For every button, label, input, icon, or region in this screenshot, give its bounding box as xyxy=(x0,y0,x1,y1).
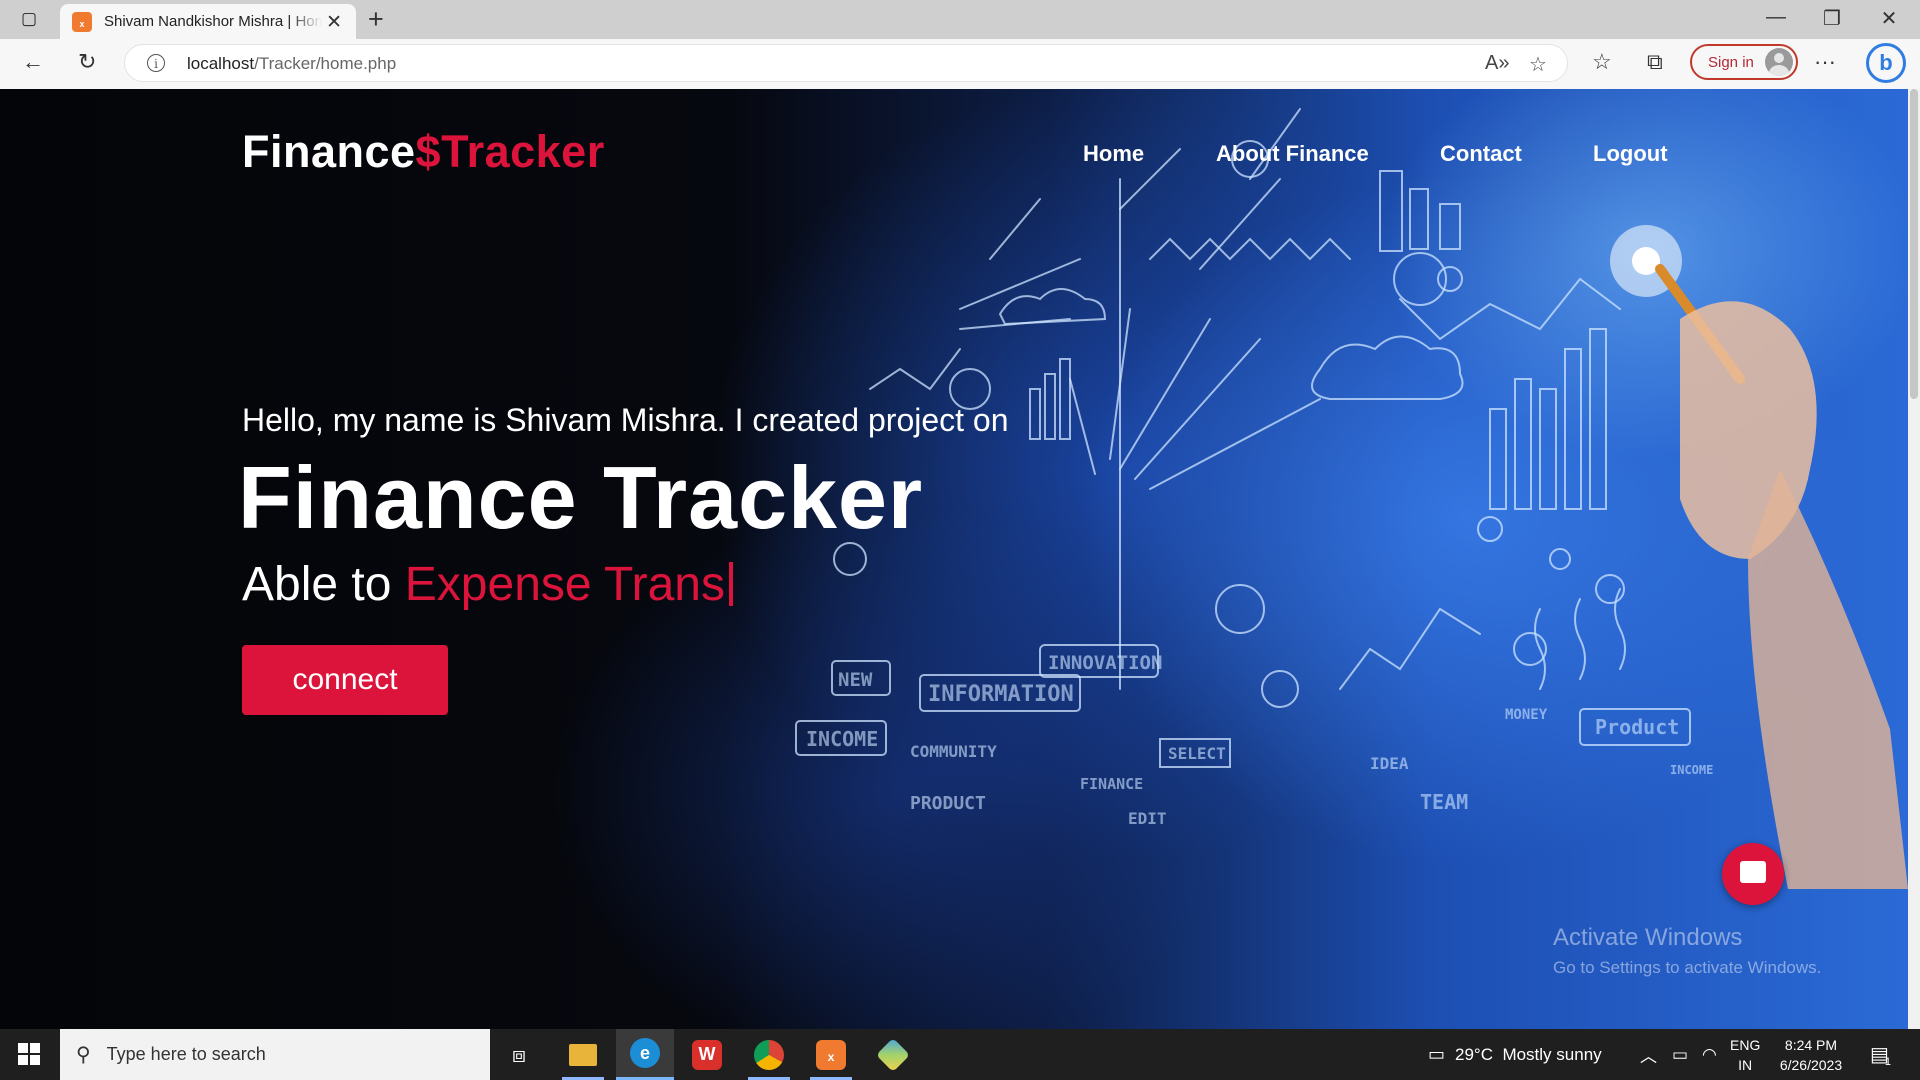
search-icon: ⚲ xyxy=(76,1044,91,1066)
art-label-information: INFORMATION xyxy=(928,682,1074,707)
collections-icon[interactable]: ⧉ xyxy=(1647,49,1663,75)
file-explorer-icon[interactable] xyxy=(554,1029,612,1080)
art-label-community: COMMUNITY xyxy=(910,742,997,761)
tab-actions-icon[interactable]: ▢ xyxy=(18,8,40,30)
xampp-favicon-icon: ₓ xyxy=(72,11,92,32)
browser-tab-strip: ▢ ₓ Shivam Nandkishor Mishra | Home ✕ + … xyxy=(0,0,1920,39)
art-label-product: PRODUCT xyxy=(910,793,986,814)
art-label-income-right: INCOME xyxy=(1670,763,1713,777)
art-label-select: SELECT xyxy=(1168,744,1226,763)
weather-widget[interactable]: ▭ 29°C Mostly sunny xyxy=(1428,1029,1602,1080)
add-favorite-icon[interactable]: ☆ xyxy=(1529,52,1547,77)
weather-text: 29°C Mostly sunny xyxy=(1455,1044,1602,1064)
page-scrollbar[interactable] xyxy=(1908,89,1920,1029)
connect-button[interactable]: connect xyxy=(242,645,448,715)
sign-in-button[interactable]: Sign in xyxy=(1690,44,1798,80)
profile-avatar-icon xyxy=(1765,48,1793,76)
hero-title: Finance Tracker xyxy=(238,448,924,547)
watermark-subtitle: Go to Settings to activate Windows. xyxy=(1553,958,1822,977)
language-indicator[interactable]: ENG IN xyxy=(1730,1029,1760,1080)
art-label-edit: EDIT xyxy=(1128,809,1167,828)
close-window-icon[interactable]: ✕ xyxy=(1866,6,1912,31)
browser-toolbar: ← ↻ i localhost/Tracker/home.php A» ☆ ☆ … xyxy=(0,39,1920,90)
weather-icon: ▭ xyxy=(1428,1044,1446,1064)
browser-tab[interactable]: ₓ Shivam Nandkishor Mishra | Home ✕ xyxy=(60,4,356,39)
tray-chevron-icon[interactable]: ︿ xyxy=(1640,1029,1657,1080)
nav-contact[interactable]: Contact xyxy=(1440,141,1522,167)
art-label-finance: FINANCE xyxy=(1080,775,1143,793)
brand-suffix: Tracker xyxy=(441,126,605,177)
sign-in-label: Sign in xyxy=(1708,53,1754,71)
brand-prefix: Finance xyxy=(242,126,416,177)
task-view-icon[interactable]: ⧈ xyxy=(490,1029,548,1080)
url-host: localhost xyxy=(187,54,255,73)
minimize-icon[interactable]: — xyxy=(1753,6,1799,29)
clock[interactable]: 8:24 PM 6/26/2023 xyxy=(1776,1029,1846,1080)
art-label-income: INCOME xyxy=(806,727,878,751)
language-code: ENG xyxy=(1730,1036,1761,1053)
region-code: IN xyxy=(1738,1056,1753,1073)
watermark-title: Activate Windows xyxy=(1553,924,1743,951)
battery-icon[interactable]: ▭ xyxy=(1672,1029,1688,1080)
back-arrow-icon[interactable]: ← xyxy=(22,49,44,75)
url-path: /Tracker/home.php xyxy=(254,54,397,73)
clock-date: 6/26/2023 xyxy=(1779,1056,1843,1073)
favorites-icon[interactable]: ☆ xyxy=(1592,49,1612,75)
nav-about-finance[interactable]: About Finance xyxy=(1216,141,1369,167)
notification-center-icon[interactable]: ▤ 1 xyxy=(1870,1029,1891,1080)
nav-logout[interactable]: Logout xyxy=(1593,141,1668,167)
restore-icon[interactable]: ❐ xyxy=(1809,6,1855,31)
windows-start-icon[interactable] xyxy=(18,1043,40,1065)
read-aloud-icon[interactable]: A» xyxy=(1485,52,1509,75)
scrollbar-thumb[interactable] xyxy=(1910,89,1918,399)
new-tab-button[interactable]: + xyxy=(368,4,384,35)
search-placeholder: Type here to search xyxy=(106,1044,266,1064)
wps-office-icon[interactable]: W xyxy=(678,1029,736,1080)
art-label-idea: IDEA xyxy=(1370,754,1409,773)
url-text: localhost/Tracker/home.php xyxy=(187,54,396,74)
tab-title: Shivam Nandkishor Mishra | Home xyxy=(104,13,322,30)
notification-count: 1 xyxy=(1884,1055,1892,1068)
hero-able-prefix: Able to xyxy=(242,558,392,611)
site-info-icon[interactable]: i xyxy=(147,54,165,72)
xampp-icon[interactable]: ₓ xyxy=(802,1029,860,1080)
chat-bubble-icon[interactable] xyxy=(1722,843,1784,905)
art-label-innovation: INNOVATION xyxy=(1048,652,1162,674)
clock-time: 8:24 PM xyxy=(1784,1036,1838,1053)
wifi-icon[interactable]: ◠ xyxy=(1702,1029,1717,1080)
virtualbox-icon[interactable] xyxy=(864,1029,922,1080)
hero-typed-text: Expense Trans xyxy=(404,558,725,611)
edge-browser-icon[interactable]: e xyxy=(616,1029,674,1080)
activate-windows-watermark: Activate Windows Go to Settings to activ… xyxy=(1553,924,1821,978)
more-options-icon[interactable]: ··· xyxy=(1814,49,1836,75)
brand-dollar: $ xyxy=(415,126,442,177)
bing-copilot-icon[interactable]: b xyxy=(1866,43,1906,83)
windows-taskbar: ⚲ Type here to search ⧈ e W ₓ ▭ 29°C Mos… xyxy=(0,1029,1920,1080)
close-tab-icon[interactable]: ✕ xyxy=(326,11,342,34)
typing-caret xyxy=(728,562,733,606)
art-label-money: MONEY xyxy=(1505,707,1548,723)
brand-logo[interactable]: Finance$Tracker xyxy=(242,126,605,178)
nav-home[interactable]: Home xyxy=(1083,141,1144,167)
art-label-product-right: Product xyxy=(1595,715,1679,739)
hero-intro: Hello, my name is Shivam Mishra. I creat… xyxy=(242,402,1009,438)
taskbar-search-box[interactable]: ⚲ Type here to search xyxy=(60,1029,490,1080)
art-label-new: NEW xyxy=(838,669,873,691)
address-bar[interactable]: i localhost/Tracker/home.php A» ☆ xyxy=(124,44,1568,82)
refresh-icon[interactable]: ↻ xyxy=(78,49,96,75)
chrome-icon[interactable] xyxy=(740,1029,798,1080)
art-label-team: TEAM xyxy=(1420,790,1468,814)
hero-typed-line: Able to Expense Trans xyxy=(242,557,733,612)
web-page: INNOVATION INFORMATION NEW INCOME COMMUN… xyxy=(0,89,1908,1029)
